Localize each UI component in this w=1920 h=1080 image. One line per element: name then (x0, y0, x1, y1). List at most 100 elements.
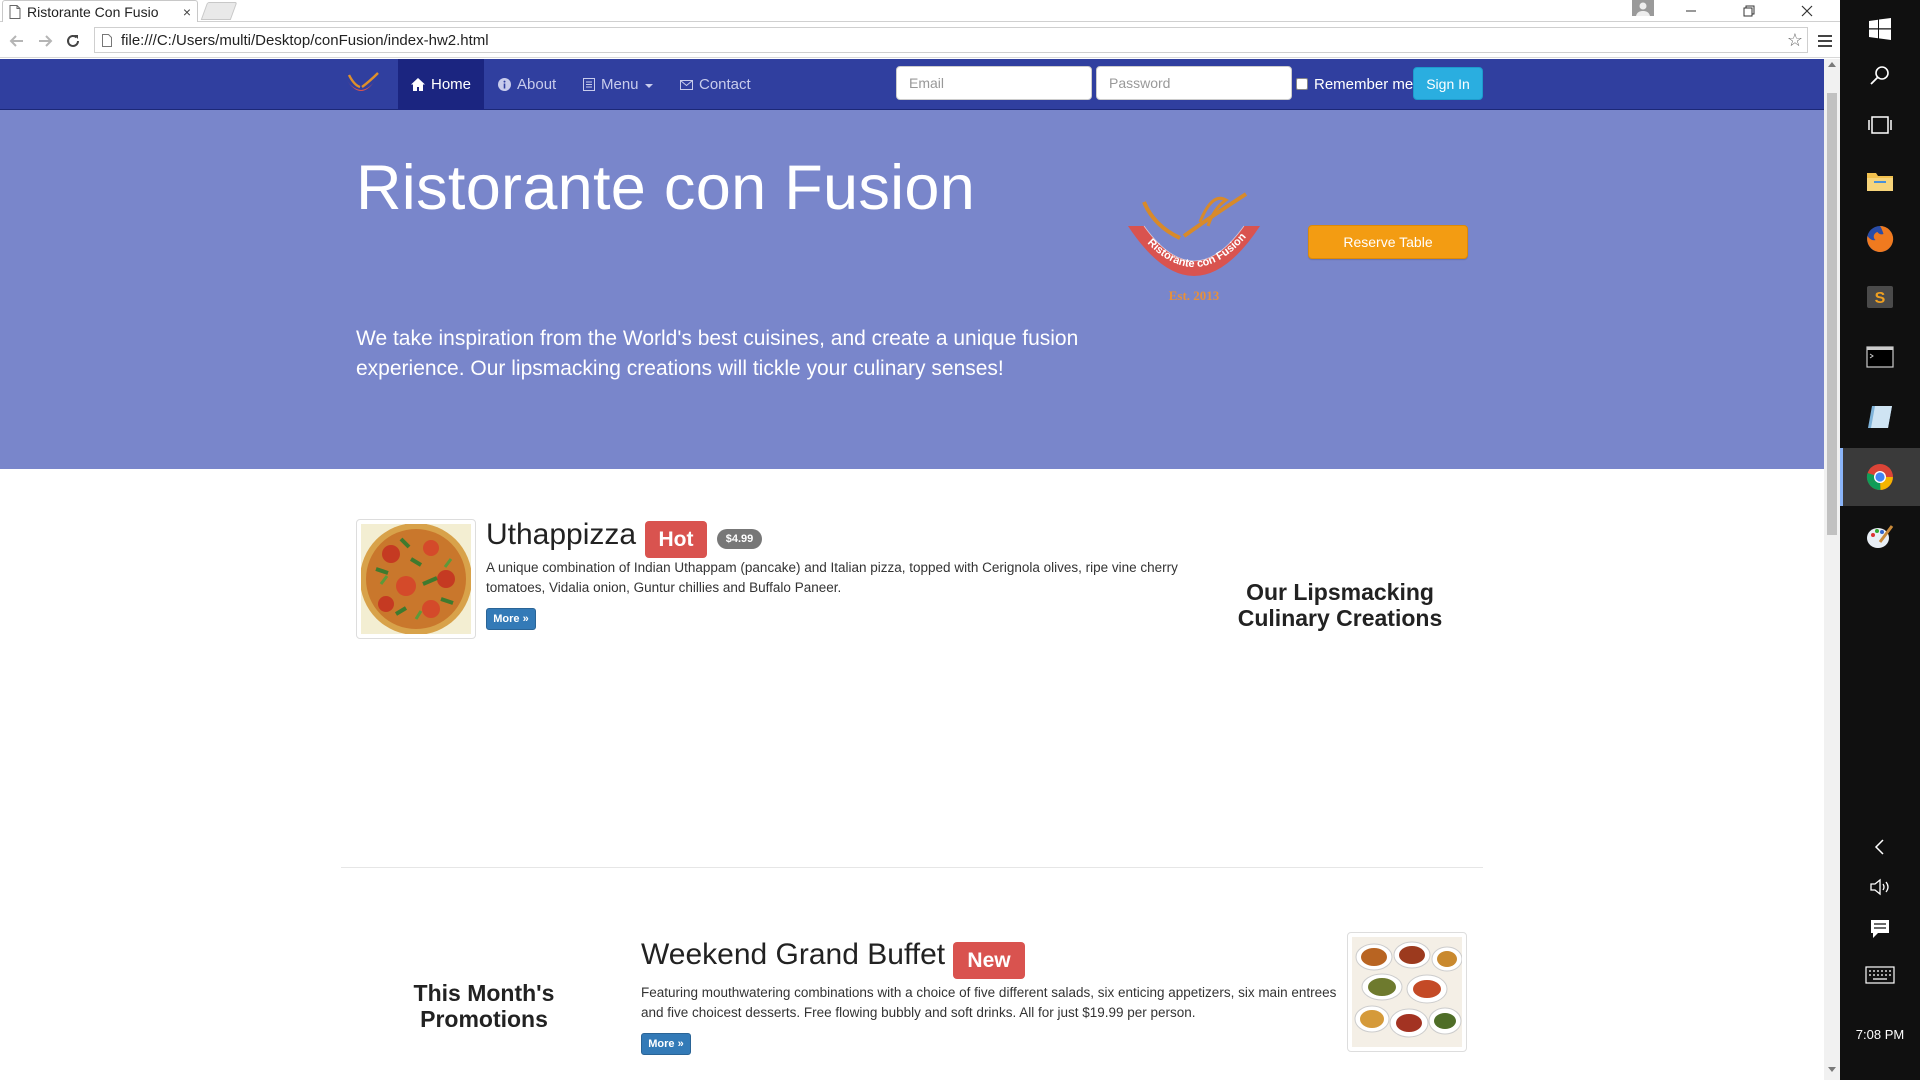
person-icon (1636, 2, 1650, 16)
task-view-icon (1868, 116, 1892, 134)
featured-section-heading: Our Lipsmacking Culinary Creations (1237, 579, 1443, 631)
list-icon (583, 78, 595, 91)
svg-text:Ristorante con Fusion: Ristorante con Fusion (1145, 231, 1249, 270)
notification-icon (1871, 920, 1889, 938)
hot-badge: Hot (645, 521, 707, 558)
pizza-image (361, 524, 471, 634)
reserve-table-button[interactable]: Reserve Table (1308, 225, 1468, 259)
sublime-text-icon: S (1867, 286, 1893, 308)
browser-toolbar: file:///C:/Users/multi/Desktop/conFusion… (0, 22, 1840, 58)
page-title: Ristorante con Fusion (356, 153, 976, 223)
promotion-name: Weekend Grand Buffet (641, 938, 946, 971)
chrome-app[interactable] (1840, 448, 1920, 506)
chrome-window: Ristorante Con Fusio × file:///C:/Users/… (0, 0, 1840, 1080)
dish-name: Uthappizza (486, 518, 637, 551)
file-explorer-icon (1867, 173, 1893, 191)
hero-description: We take inspiration from the World's bes… (356, 327, 1079, 380)
bookmark-star-icon[interactable]: ☆ (1787, 30, 1803, 51)
sublime-text-app[interactable]: S (1840, 268, 1920, 326)
jumbotron: Ristorante con Fusion We take inspiratio… (0, 110, 1824, 469)
menu-bar-1 (1818, 35, 1832, 37)
restaurant-logo-image: Ristorante con Fusion Est. 2013 (1128, 192, 1260, 303)
touch-keyboard-button[interactable] (1840, 946, 1920, 1004)
nav-menu-label: Menu (601, 76, 639, 93)
close-icon (1801, 5, 1813, 17)
new-tab-button[interactable] (200, 2, 238, 20)
menu-bar-2 (1818, 40, 1832, 42)
sign-in-button[interactable]: Sign In (1413, 67, 1483, 100)
profile-icon[interactable] (1632, 0, 1654, 16)
forward-button[interactable] (34, 30, 56, 52)
reload-button[interactable] (62, 30, 84, 52)
page-scrollbar[interactable] (1824, 59, 1840, 1080)
promotion-thumbnail[interactable] (1347, 932, 1467, 1052)
paint-app[interactable] (1840, 508, 1920, 566)
reload-icon (67, 34, 79, 47)
minimize-icon (1686, 10, 1696, 12)
firefox-app[interactable] (1840, 210, 1920, 268)
page-viewport: Home About Menu Contact Rem (0, 59, 1824, 1080)
scrollbar-thumb[interactable] (1827, 93, 1837, 535)
file-explorer-app[interactable] (1840, 152, 1920, 210)
scroll-up-arrow-icon[interactable] (1828, 62, 1836, 67)
nav-contact[interactable]: Contact (680, 59, 751, 110)
nav-about[interactable]: About (498, 59, 556, 110)
svg-text:S: S (1875, 290, 1886, 307)
chrome-menu-button[interactable] (1814, 30, 1836, 52)
tab-strip: Ristorante Con Fusio × (0, 0, 1840, 22)
firefox-icon (1867, 225, 1894, 252)
caret-down-icon (644, 83, 653, 88)
tab-close-icon[interactable]: × (183, 4, 191, 20)
desktop-screen: Ristorante Con Fusio × file:///C:/Users/… (0, 0, 1920, 1080)
task-view-button[interactable] (1840, 96, 1920, 154)
url-text[interactable]: file:///C:/Users/multi/Desktop/conFusion… (121, 32, 489, 49)
promotion-more-button[interactable]: More » (641, 1033, 691, 1055)
paint-icon (1867, 525, 1894, 548)
terminal-icon (1866, 346, 1894, 368)
taskbar-clock[interactable]: 7:08 PM (1840, 1027, 1920, 1042)
restaurant-logo-icon[interactable] (340, 69, 382, 101)
remember-me-label: Remember me (1314, 76, 1414, 93)
terminal-app[interactable] (1840, 328, 1920, 386)
windows-taskbar: S 7:08 PM (1840, 0, 1920, 1080)
volume-icon (1870, 878, 1889, 896)
address-bar[interactable]: file:///C:/Users/multi/Desktop/conFusion… (94, 27, 1808, 53)
back-button[interactable] (6, 30, 28, 52)
keyboard-icon (1865, 966, 1895, 984)
price-badge: $4.99 (717, 529, 762, 549)
notes-app[interactable] (1840, 388, 1920, 446)
password-field[interactable] (1096, 66, 1292, 100)
section-divider (341, 867, 1483, 868)
minimize-button[interactable] (1668, 0, 1714, 22)
close-window-button[interactable] (1784, 0, 1830, 22)
chevron-left-icon (1874, 839, 1884, 855)
notes-icon (1868, 406, 1892, 428)
forward-arrow-icon (39, 35, 53, 47)
start-icon (1869, 18, 1891, 40)
nav-about-label: About (517, 76, 557, 93)
restore-button[interactable] (1726, 0, 1772, 22)
new-badge: New (953, 942, 1025, 979)
email-field[interactable] (896, 66, 1092, 100)
nav-home[interactable]: Home (398, 59, 484, 110)
browser-tab[interactable]: Ristorante Con Fusio × (2, 0, 198, 22)
logo-est-text: Est. 2013 (1169, 288, 1220, 303)
info-icon (498, 78, 511, 91)
home-icon (410, 78, 425, 91)
tab-title: Ristorante Con Fusio (26, 3, 159, 20)
logo-arc-text: Ristorante con Fusion (1145, 231, 1249, 270)
search-icon (1870, 66, 1889, 85)
dish-description: A unique combination of Indian Uthappam … (486, 560, 1178, 595)
promotion-description: Featuring mouthwatering combinations wit… (641, 985, 1337, 1020)
nav-menu-dropdown[interactable]: Menu (583, 59, 653, 110)
menu-bar-3 (1818, 45, 1832, 47)
dish-more-button[interactable]: More » (486, 608, 536, 630)
nav-home-label: Home (430, 76, 471, 93)
document-icon (9, 4, 21, 19)
nav-contact-label: Contact (699, 76, 751, 93)
scroll-down-arrow-icon[interactable] (1828, 1067, 1836, 1072)
envelope-icon (680, 79, 693, 90)
chrome-icon (1866, 464, 1893, 491)
remember-me-checkbox[interactable] (1296, 78, 1308, 90)
dish-thumbnail[interactable] (356, 519, 476, 639)
